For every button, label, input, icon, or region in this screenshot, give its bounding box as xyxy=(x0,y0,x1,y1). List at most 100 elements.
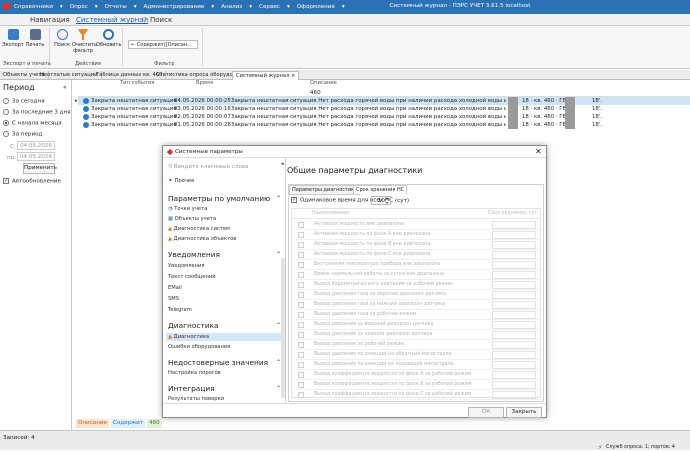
app-logo-icon xyxy=(166,148,174,156)
checkbox-icon xyxy=(298,242,304,248)
redacted-block xyxy=(508,97,518,105)
tab-diagnostic-parameters[interactable]: Параметры диагностики xyxy=(289,185,361,195)
filter-chip-value[interactable]: 460 xyxy=(147,419,162,428)
nav-accounting-objects[interactable]: ▦ Объекты учета xyxy=(168,216,216,222)
storage-days-field xyxy=(492,371,536,379)
menu-item-service[interactable]: Сервис xyxy=(259,4,280,10)
export-button[interactable]: Экспорт xyxy=(2,29,24,48)
storage-row-label: Выход коэффициента мощности по фазе C за… xyxy=(314,392,472,397)
menu-item-references[interactable]: Справочники xyxy=(14,4,53,10)
same-time-unit: (сут) xyxy=(395,198,410,204)
period-panel: Период « За сегодня За последние 3 дня С… xyxy=(0,80,72,430)
cell-type: Закрыта нештатная ситуация xyxy=(91,122,177,128)
menu-item-admin[interactable]: Администрирование xyxy=(144,4,205,10)
table-row[interactable]: Закрыта нештатная ситуация 02.05.2026 00… xyxy=(78,113,690,121)
column-header-type[interactable]: Тип события xyxy=(120,80,154,89)
radio-last-3-days[interactable]: За последние 3 дня xyxy=(3,109,71,116)
settings-search[interactable]: ⚲ Введите ключевые слова xyxy=(168,164,249,170)
radio-today-label: За сегодня xyxy=(12,98,45,105)
storage-days-field xyxy=(492,281,536,289)
nav-misc-label: Прочее xyxy=(174,178,195,184)
tab-navigation[interactable]: Навигация xyxy=(30,16,70,24)
storage-row-label: Внутренняя температура прибора вне диапа… xyxy=(314,262,441,267)
section-integration: Интеграция xyxy=(168,384,215,393)
tab-storage-period[interactable]: Срок хранения НС xyxy=(353,185,408,194)
nav-metering-points[interactable]: ◔ Точки учета xyxy=(168,206,207,212)
storage-row: Активная мощность по фазе C вне диапазон… xyxy=(296,250,540,260)
autoupdate-checkbox[interactable]: ✓ Автообновление xyxy=(3,178,61,185)
table-row[interactable]: ▸ Закрыта нештатная ситуация 04.05.2026 … xyxy=(75,97,690,105)
filter-description-value[interactable]: 460 xyxy=(310,90,321,96)
redacted-block xyxy=(565,97,575,105)
nav-telegram[interactable]: Telegram xyxy=(168,307,192,313)
refresh-button[interactable]: Обновить xyxy=(96,29,121,48)
storage-days-field xyxy=(492,391,536,399)
menu-item-analysis[interactable]: Анализ xyxy=(221,4,242,10)
column-header-name: Наименование xyxy=(312,211,350,216)
checkbox-icon xyxy=(298,282,304,288)
checkbox-icon xyxy=(298,362,304,368)
ok-button[interactable]: ОК xyxy=(468,407,504,418)
nav-verification-results[interactable]: Результаты поверки xyxy=(168,396,224,402)
storage-row: Выход коэффициента мощности по фазе B за… xyxy=(296,380,540,390)
radio-month-label: С начала месяца xyxy=(12,120,62,127)
cell-time: 03.05.2026 00:00:16 xyxy=(174,106,231,112)
radio-3days-label: За последние 3 дня xyxy=(12,109,71,116)
nav-notifications[interactable]: Уведомления xyxy=(168,263,204,269)
chevron-down-icon: ▾ xyxy=(249,4,253,10)
table-row[interactable]: Закрыта нештатная ситуация 01.05.2026 00… xyxy=(78,121,690,129)
nav-scrollbar[interactable] xyxy=(281,258,285,398)
back-arrow-icon[interactable]: ◂ xyxy=(281,161,284,167)
menu-item-poll[interactable]: Опрос xyxy=(70,4,88,10)
chevron-up-icon[interactable]: ⌃ xyxy=(276,251,281,258)
spinner-icon[interactable]: ▴ ▾ xyxy=(386,195,388,205)
dialog-close-icon[interactable]: ✕ xyxy=(535,147,542,156)
nav-equipment-errors[interactable]: Ошибки оборудования xyxy=(168,344,230,350)
storage-row-label: Выход давления по реакции на обратный ма… xyxy=(314,352,452,357)
collapse-icon[interactable]: « xyxy=(63,84,67,91)
filter-expression-field[interactable]: ← Содержит([Описан... xyxy=(128,40,198,49)
column-header-description[interactable]: Описание xyxy=(310,80,337,89)
storage-row-label: Выход давления за рабочий режим xyxy=(314,342,404,347)
apply-button[interactable]: Применить xyxy=(23,163,57,174)
nav-threshold-settings[interactable]: Настройка порогов xyxy=(168,370,221,376)
radio-today[interactable]: За сегодня xyxy=(3,98,45,105)
close-button[interactable]: Закрыть xyxy=(506,407,542,418)
filter-chip-operator[interactable]: Содержит xyxy=(110,419,146,428)
nav-misc[interactable]: ✦ Прочее xyxy=(168,178,194,184)
doc-tab-abnormal-situations[interactable]: Неотлатые ситуации xyxy=(37,71,102,80)
storage-row: Выход давления газа за рабочий режим xyxy=(296,310,540,320)
filter-row[interactable]: 460 xyxy=(78,89,690,97)
cell-type: Закрыта нештатная ситуация xyxy=(91,98,177,104)
doc-tab-system-log[interactable]: Системный журнал × xyxy=(232,71,300,80)
radio-month-start[interactable]: С начала месяца xyxy=(3,120,62,127)
nav-email[interactable]: EMail xyxy=(168,285,182,291)
menu-item-reports[interactable]: Отчеты xyxy=(105,4,127,10)
clear-filter-button[interactable]: Очистить фильтр xyxy=(72,29,97,54)
storage-row: Выход давления по реакции на подающей ма… xyxy=(296,360,540,370)
nav-message-text[interactable]: Текст сообщений xyxy=(168,274,216,280)
storage-row-label: Выход давления за нижний диапазон датчик… xyxy=(314,332,433,337)
autoupdate-label: Автообновление xyxy=(12,178,61,185)
table-row[interactable]: Закрыта нештатная ситуация 03.05.2026 00… xyxy=(78,105,690,113)
search-button[interactable]: Поиск xyxy=(51,29,73,48)
dialog-title-bar: Системные параметры ✕ xyxy=(163,146,546,158)
nav-sms[interactable]: SMS xyxy=(168,296,179,302)
date-to-field[interactable]: 04.05.2026 xyxy=(17,152,55,161)
tab-system-log[interactable]: Системный журнал xyxy=(76,16,148,24)
nav-system-diagnostics[interactable]: ▲ Диагностика систем xyxy=(168,226,230,232)
ribbon: Экспорт Печать Поиск Очистить фильтр Обн… xyxy=(0,26,690,69)
nav-diagnostics[interactable]: ▲ Диагностика xyxy=(166,333,282,341)
date-from-field[interactable]: 04.05.2026 xyxy=(17,141,55,150)
redacted-block xyxy=(565,121,575,129)
print-button[interactable]: Печать xyxy=(24,29,46,48)
nav-object-diagnostics[interactable]: ▲ Диагностика объектов xyxy=(168,236,236,242)
chevron-up-icon[interactable]: ⌃ xyxy=(276,195,281,202)
tab-search[interactable]: Поиск xyxy=(150,16,172,24)
document-tabs: Объекты учета Неотлатые ситуации Таблица… xyxy=(0,70,690,80)
checkbox-icon xyxy=(298,342,304,348)
filter-chip-field[interactable]: Описание xyxy=(76,419,109,428)
column-header-time[interactable]: Время xyxy=(196,80,213,89)
radio-custom-period[interactable]: За период xyxy=(3,131,42,138)
menu-item-design[interactable]: Оформление xyxy=(297,4,335,10)
